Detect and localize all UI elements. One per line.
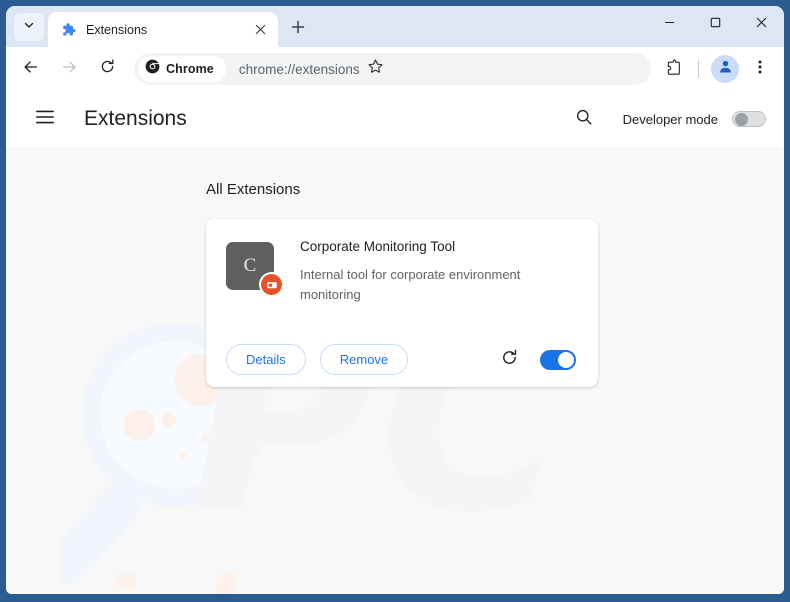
browser-toolbar: Chrome chrome://extensions xyxy=(6,47,784,91)
tab-title: Extensions xyxy=(86,22,148,37)
page-title: Extensions xyxy=(84,107,187,130)
extensions-puzzle-icon xyxy=(664,58,682,81)
extensions-menu-button[interactable] xyxy=(28,102,62,136)
extensions-button[interactable] xyxy=(658,54,688,84)
extension-card-actions: Details Remove xyxy=(222,344,582,376)
window-minimize-button[interactable] xyxy=(646,6,692,42)
extension-card-right-actions xyxy=(497,348,582,372)
window-close-button[interactable] xyxy=(738,6,784,42)
hamburger-menu-icon xyxy=(36,110,54,129)
managed-by-organization-icon xyxy=(261,274,282,295)
extension-enabled-toggle[interactable] xyxy=(540,349,576,370)
window-controls xyxy=(646,6,784,42)
maximize-icon xyxy=(710,15,721,33)
forward-button[interactable] xyxy=(53,53,85,85)
developer-mode-label: Developer mode xyxy=(622,111,718,127)
chrome-logo-icon xyxy=(145,59,160,79)
extension-name: Corporate Monitoring Tool xyxy=(300,239,456,254)
extensions-search-button[interactable] xyxy=(567,102,601,136)
window-maximize-button[interactable] xyxy=(692,6,738,42)
extension-text-block: Corporate Monitoring Tool Internal tool … xyxy=(300,235,582,305)
browser-window: Extensions Chrome chrome://extensions Ex… xyxy=(6,6,784,594)
reload-icon xyxy=(99,58,116,80)
puzzle-piece-icon xyxy=(60,22,76,38)
browser-menu-button[interactable] xyxy=(745,54,775,84)
star-icon xyxy=(367,58,384,80)
extensions-content-area: PC risk.com All Extensions C xyxy=(6,147,784,594)
back-button[interactable] xyxy=(15,53,47,85)
reload-button[interactable] xyxy=(91,53,123,85)
minimize-icon xyxy=(664,15,675,33)
toggle-knob xyxy=(558,351,574,368)
extension-description: Internal tool for corporate environment … xyxy=(300,267,521,303)
arrow-left-icon xyxy=(22,58,40,81)
toolbar-right-actions xyxy=(657,54,776,84)
toggle-knob xyxy=(735,113,748,126)
tab-extensions[interactable]: Extensions xyxy=(48,12,278,47)
tab-search-button[interactable] xyxy=(14,13,44,41)
arrow-right-icon xyxy=(60,58,78,81)
extension-icon-wrapper: C xyxy=(226,242,282,295)
profile-avatar-icon xyxy=(717,58,734,80)
details-button[interactable]: Details xyxy=(226,344,306,376)
plus-icon xyxy=(291,20,305,39)
extension-reload-button[interactable] xyxy=(497,348,521,372)
extension-card: C Corporate Monitoring Tool Internal too… xyxy=(206,219,598,388)
reload-icon xyxy=(500,348,519,372)
chrome-origin-chip[interactable]: Chrome xyxy=(138,56,226,82)
toolbar-divider xyxy=(698,60,699,78)
extensions-page-header: Extensions Developer mode xyxy=(6,91,784,147)
watermark-domain-text: risk.com xyxy=(44,565,567,594)
chrome-chip-label: Chrome xyxy=(166,62,214,76)
extensions-list-container: All Extensions C Corporate Monitoring To… xyxy=(6,147,784,388)
chevron-down-icon xyxy=(23,18,35,36)
tab-strip: Extensions xyxy=(6,6,784,47)
remove-button[interactable]: Remove xyxy=(319,344,409,376)
extension-card-top: C Corporate Monitoring Tool Internal too… xyxy=(222,235,582,305)
developer-mode-toggle[interactable] xyxy=(732,111,766,127)
extensions-page: Extensions Developer mode PC All Extensi… xyxy=(6,91,784,594)
three-dots-vertical-icon xyxy=(752,59,768,80)
tab-close-button[interactable] xyxy=(250,20,270,40)
bookmark-button[interactable] xyxy=(361,54,391,84)
browser-window-frame: Extensions Chrome chrome://extensions Ex… xyxy=(0,0,790,602)
address-bar-url: chrome://extensions xyxy=(238,61,360,77)
profile-avatar[interactable] xyxy=(711,55,739,83)
address-bar[interactable]: Chrome chrome://extensions xyxy=(134,53,651,85)
section-title: All Extensions xyxy=(206,181,301,198)
search-icon xyxy=(575,108,593,131)
address-bar-actions xyxy=(360,54,394,84)
new-tab-button[interactable] xyxy=(284,15,312,43)
close-icon xyxy=(756,15,767,33)
